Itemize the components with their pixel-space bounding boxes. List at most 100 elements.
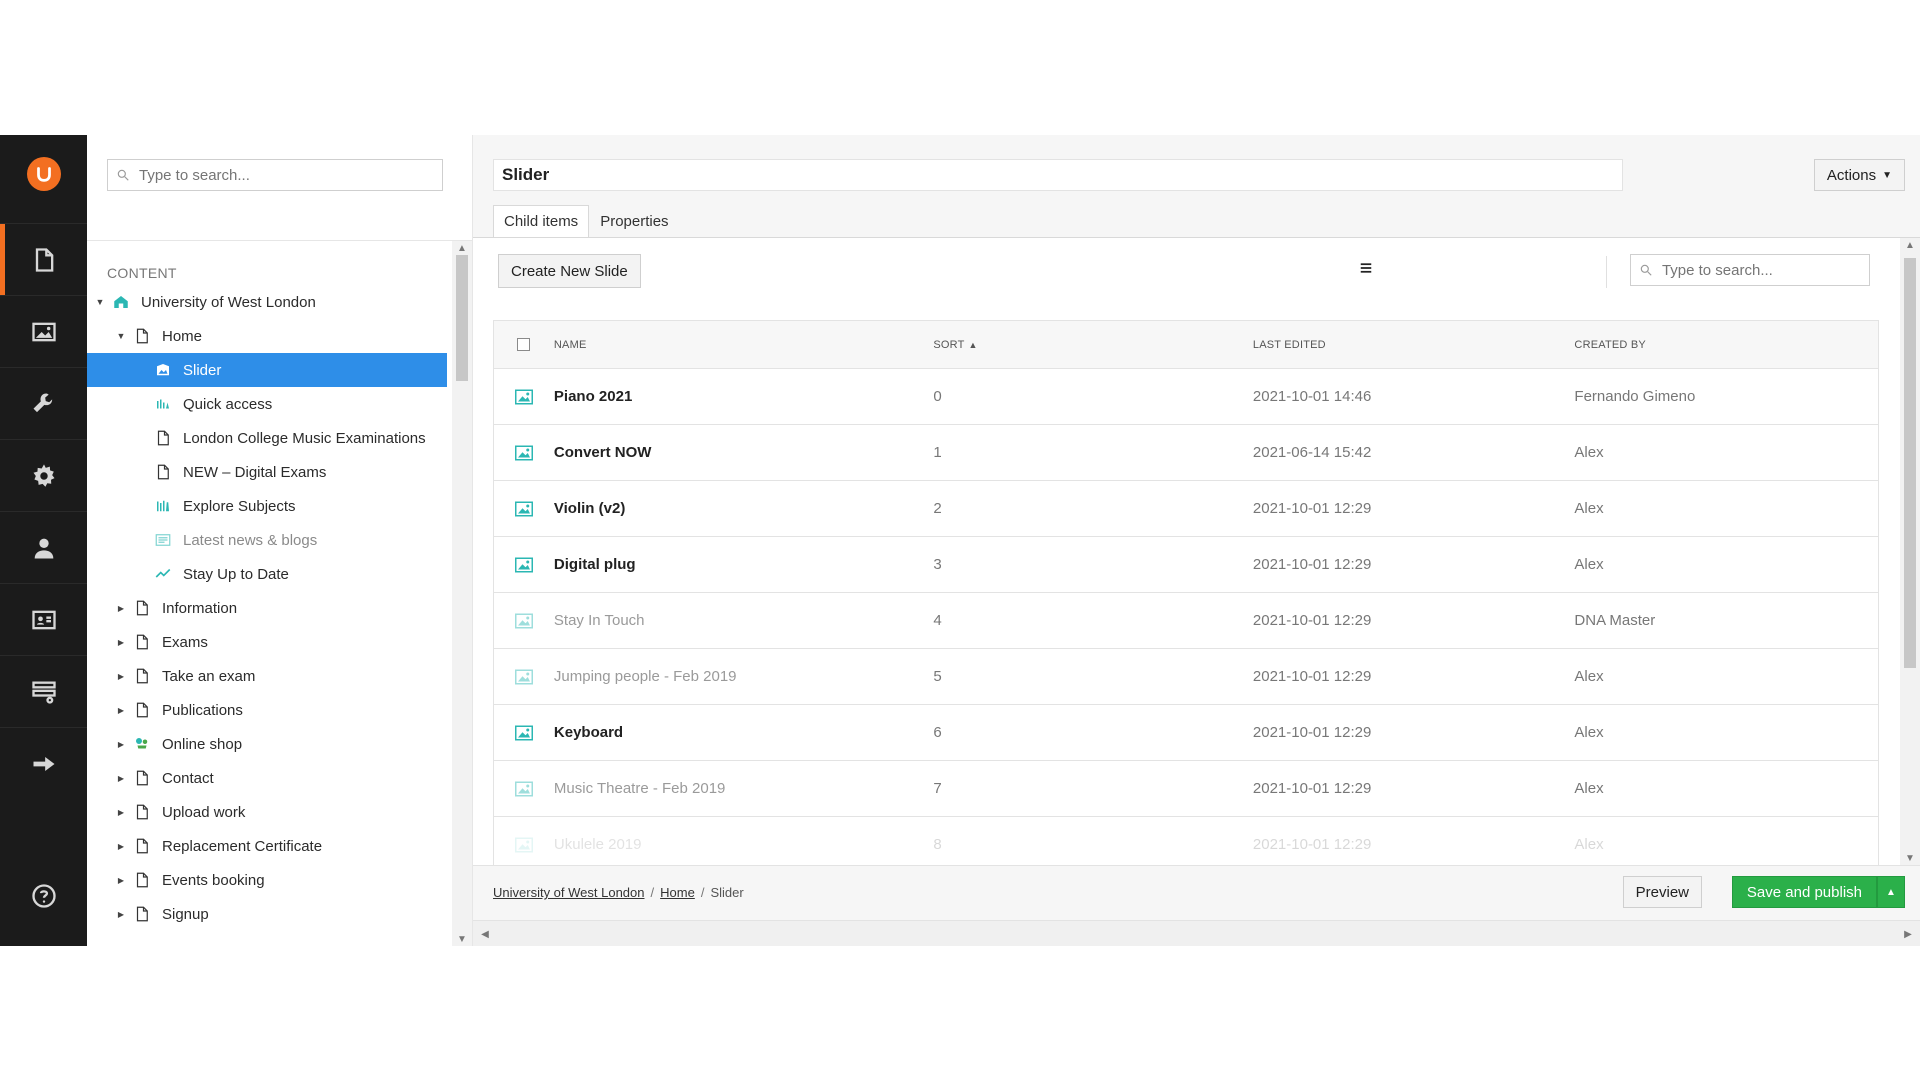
image-icon[interactable] bbox=[494, 557, 554, 573]
content-scroll-up-icon[interactable]: ▲ bbox=[1900, 238, 1920, 252]
tree-node-online-shop[interactable]: ▶ Online shop bbox=[87, 727, 447, 761]
table-row[interactable]: Jumping people - Feb 2019 5 2021-10-01 12:… bbox=[494, 649, 1878, 705]
tree-node-new-digital-exams[interactable]: NEW – Digital Exams bbox=[87, 455, 447, 489]
caret-right-icon[interactable]: ▶ bbox=[114, 669, 128, 683]
caret-right-icon[interactable]: ▶ bbox=[114, 771, 128, 785]
scroll-right-icon[interactable]: ▶ bbox=[1900, 927, 1916, 941]
list-layout-button[interactable] bbox=[1356, 256, 1376, 280]
image-icon[interactable] bbox=[494, 725, 554, 741]
row-name[interactable]: Stay In Touch bbox=[554, 612, 933, 629]
row-name[interactable]: Convert NOW bbox=[554, 444, 933, 461]
row-name[interactable]: Jumping people - Feb 2019 bbox=[554, 668, 933, 685]
umbraco-logo-icon[interactable] bbox=[27, 157, 61, 191]
caret-right-icon[interactable]: ▶ bbox=[114, 703, 128, 717]
table-row[interactable]: Convert NOW 1 2021-06-14 15:42 Alex bbox=[494, 425, 1878, 481]
content-scrollbar[interactable]: ▲ ▼ bbox=[1900, 238, 1920, 865]
rail-settings[interactable] bbox=[0, 367, 87, 439]
row-name[interactable]: Digital plug bbox=[554, 556, 933, 573]
table-row[interactable]: Violin (v2) 2 2021-10-01 12:29 Alex bbox=[494, 481, 1878, 537]
tree-node-upload-work[interactable]: ▶ Upload work bbox=[87, 795, 447, 829]
tree-node-exams[interactable]: ▶ Exams bbox=[87, 625, 447, 659]
tree-scrollbar[interactable]: ▲ ▼ bbox=[452, 241, 472, 946]
tree-scroll-down-icon[interactable]: ▼ bbox=[452, 932, 472, 946]
row-name[interactable]: Violin (v2) bbox=[554, 500, 933, 517]
image-icon[interactable] bbox=[494, 445, 554, 461]
actions-button[interactable]: Actions ▼ bbox=[1813, 159, 1905, 191]
col-sort-header[interactable]: SORT ▲ bbox=[933, 339, 1253, 351]
tree-node-contact[interactable]: ▶ Contact bbox=[87, 761, 447, 795]
breadcrumb-link[interactable]: Home bbox=[660, 885, 695, 900]
image-icon[interactable] bbox=[494, 781, 554, 797]
caret-right-icon[interactable]: ▶ bbox=[114, 805, 128, 819]
tab-properties[interactable]: Properties bbox=[589, 205, 679, 237]
preview-button[interactable]: Preview bbox=[1622, 876, 1702, 908]
tree-node-stay-up-to-date[interactable]: Stay Up to Date bbox=[87, 557, 447, 591]
content-scroll-down-icon[interactable]: ▼ bbox=[1900, 851, 1920, 865]
rail-media[interactable] bbox=[0, 295, 87, 367]
caret-down-icon[interactable]: ▼ bbox=[93, 295, 107, 309]
caret-right-icon[interactable]: ▶ bbox=[114, 839, 128, 853]
tree-node-publications[interactable]: ▶ Publications bbox=[87, 693, 447, 727]
tree-node-signup[interactable]: ▶ Signup bbox=[87, 897, 447, 931]
row-name[interactable]: Piano 2021 bbox=[554, 388, 933, 405]
row-name[interactable]: Ukulele 2019 bbox=[554, 836, 933, 853]
tree-search[interactable] bbox=[107, 159, 443, 191]
caret-right-icon[interactable]: ▶ bbox=[114, 635, 128, 649]
rail-packages[interactable] bbox=[0, 439, 87, 511]
image-icon[interactable] bbox=[494, 669, 554, 685]
tree-node-university-of-west-london[interactable]: ▼ University of West London bbox=[87, 285, 447, 319]
caret-right-icon[interactable]: ▶ bbox=[114, 907, 128, 921]
publish-options-button[interactable]: ▲ bbox=[1877, 876, 1905, 908]
table-row[interactable]: Digital plug 3 2021-10-01 12:29 Alex bbox=[494, 537, 1878, 593]
forms-icon bbox=[31, 681, 56, 704]
tree-scroll-up-icon[interactable]: ▲ bbox=[452, 241, 472, 255]
rail-members[interactable] bbox=[0, 583, 87, 655]
rail-help[interactable] bbox=[0, 860, 87, 932]
tab-child-items[interactable]: Child items bbox=[493, 205, 590, 237]
image-icon[interactable] bbox=[494, 389, 554, 405]
table-row[interactable]: Keyboard 6 2021-10-01 12:29 Alex bbox=[494, 705, 1878, 761]
breadcrumb-link[interactable]: University of West London bbox=[493, 885, 645, 900]
content-scroll-thumb[interactable] bbox=[1904, 258, 1916, 668]
create-new-slide-button[interactable]: Create New Slide bbox=[498, 254, 641, 288]
tree-search-input[interactable] bbox=[137, 165, 437, 185]
image-icon[interactable] bbox=[494, 613, 554, 629]
tree-node-explore-subjects[interactable]: Explore Subjects bbox=[87, 489, 447, 523]
col-created-by-header[interactable]: CREATED BY bbox=[1574, 339, 1878, 351]
tree-node-information[interactable]: ▶ Information bbox=[87, 591, 447, 625]
rail-users[interactable] bbox=[0, 511, 87, 583]
rail-redirects[interactable] bbox=[0, 727, 87, 799]
tree-node-slider[interactable]: Slider bbox=[87, 353, 447, 387]
image-icon[interactable] bbox=[494, 837, 554, 853]
rail-forms[interactable] bbox=[0, 655, 87, 727]
rail-content[interactable] bbox=[0, 223, 87, 295]
tree-node-quick-access[interactable]: Quick access bbox=[87, 387, 447, 421]
horizontal-scrollbar[interactable]: ◀ ▶ bbox=[473, 920, 1920, 946]
row-name[interactable]: Keyboard bbox=[554, 724, 933, 741]
table-row[interactable]: Piano 2021 0 2021-10-01 14:46 Fernando Gime… bbox=[494, 369, 1878, 425]
caret-right-icon[interactable]: ▶ bbox=[114, 873, 128, 887]
content-search[interactable] bbox=[1630, 254, 1870, 286]
scroll-left-icon[interactable]: ◀ bbox=[477, 927, 493, 941]
tree-node-london-college-music-examinations[interactable]: London College Music Examinations bbox=[87, 421, 447, 455]
caret-down-icon[interactable]: ▼ bbox=[114, 329, 128, 343]
table-row[interactable]: Music Theatre - Feb 2019 7 2021-10-01 12:2… bbox=[494, 761, 1878, 817]
content-search-input[interactable] bbox=[1659, 260, 1869, 280]
tree-node-events-booking[interactable]: ▶ Events booking bbox=[87, 863, 447, 897]
row-name[interactable]: Music Theatre - Feb 2019 bbox=[554, 780, 933, 797]
node-name-field[interactable]: Slider bbox=[493, 159, 1623, 191]
caret-right-icon[interactable]: ▶ bbox=[114, 601, 128, 615]
col-name-header[interactable]: NAME bbox=[554, 339, 933, 351]
image-icon[interactable] bbox=[494, 501, 554, 517]
save-and-publish-button[interactable]: Save and publish bbox=[1731, 876, 1877, 908]
tree-node-replacement-certificate[interactable]: ▶ Replacement Certificate bbox=[87, 829, 447, 863]
select-all-checkbox[interactable] bbox=[517, 338, 531, 351]
caret-right-icon[interactable]: ▶ bbox=[114, 737, 128, 751]
tree-node-home[interactable]: ▼ Home bbox=[87, 319, 447, 353]
col-last-edited-header[interactable]: LAST EDITED bbox=[1253, 339, 1575, 351]
tree-scroll-thumb[interactable] bbox=[456, 255, 468, 381]
tree-node-latest-news-blogs[interactable]: Latest news & blogs bbox=[87, 523, 447, 557]
tree-node-take-an-exam[interactable]: ▶ Take an exam bbox=[87, 659, 447, 693]
table-row[interactable]: Ukulele 2019 8 2021-10-01 12:29 Alex bbox=[494, 817, 1878, 865]
table-row[interactable]: Stay In Touch 4 2021-10-01 12:29 DNA Master bbox=[494, 593, 1878, 649]
